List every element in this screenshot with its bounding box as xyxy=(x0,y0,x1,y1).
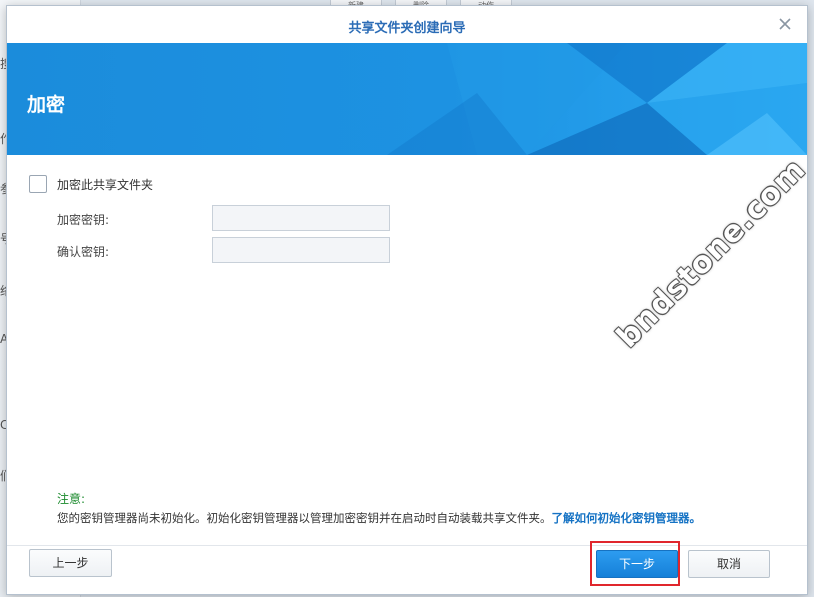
close-button[interactable] xyxy=(777,16,793,32)
dialog-title: 共享文件夹创建向导 xyxy=(348,21,466,36)
encrypt-checkbox-label[interactable]: 加密此共享文件夹 xyxy=(57,176,153,193)
wizard-content: 加密此共享文件夹 加密密钥: 确认密钥: 注意: 您的密钥管理器尚未初始化。初始… xyxy=(7,155,807,545)
cancel-button[interactable]: 取消 xyxy=(688,550,770,578)
next-button[interactable]: 下一步 xyxy=(596,550,678,578)
step-title: 加密 xyxy=(27,94,66,116)
close-icon xyxy=(779,18,791,30)
note-title: 注意: xyxy=(57,492,86,506)
key-manager-help-link[interactable]: 了解如何初始化密钥管理器。 xyxy=(552,511,702,525)
note-message: 您的密钥管理器尚未初始化。初始化密钥管理器以管理加密密钥并在启动时自动装载共享文… xyxy=(57,511,552,525)
encryption-key-label: 加密密钥: xyxy=(57,213,110,227)
confirm-key-label: 确认密钥: xyxy=(57,245,110,259)
note-text: 您的密钥管理器尚未初始化。初始化密钥管理器以管理加密密钥并在启动时自动装载共享文… xyxy=(57,510,701,526)
wizard-banner: 加密 xyxy=(7,43,807,155)
dialog-titlebar[interactable]: 共享文件夹创建向导 xyxy=(7,6,807,43)
banner-background-graphic xyxy=(7,43,807,155)
confirm-key-input[interactable] xyxy=(212,237,390,263)
previous-button[interactable]: 上一步 xyxy=(29,549,112,577)
encryption-key-input[interactable] xyxy=(212,205,390,231)
encrypt-checkbox[interactable] xyxy=(29,175,47,193)
footer-divider xyxy=(7,545,807,546)
